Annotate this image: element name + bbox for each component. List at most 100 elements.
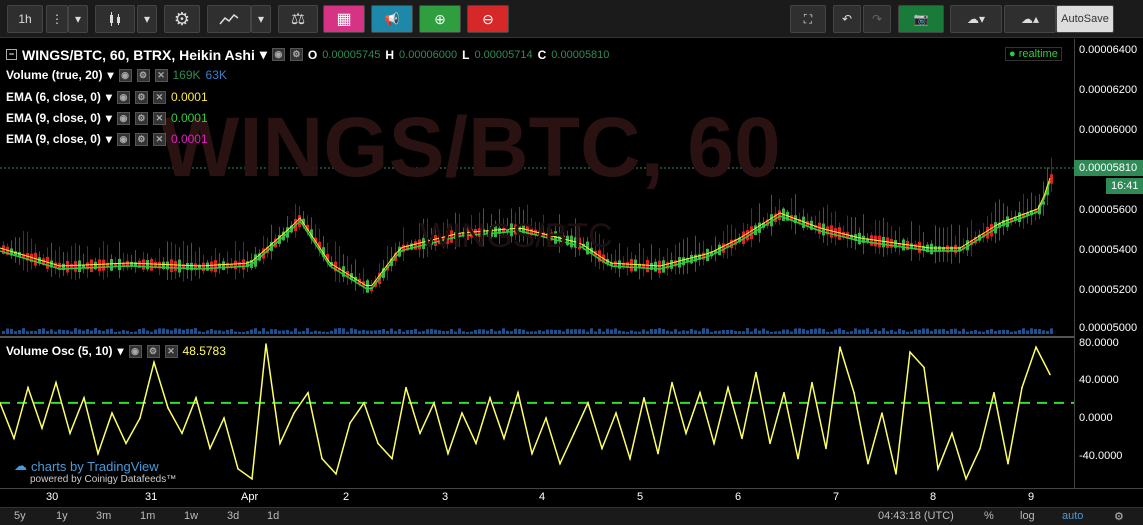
osc-point bbox=[909, 351, 911, 353]
chart-type-dropdown[interactable]: ▾ bbox=[137, 5, 157, 33]
settings-button[interactable]: ⚙ bbox=[164, 5, 200, 33]
close-icon[interactable]: ✕ bbox=[154, 68, 168, 82]
candle-body bbox=[902, 239, 905, 251]
close-icon[interactable]: ✕ bbox=[164, 344, 178, 358]
indicator-volume[interactable]: Volume (true, 20) ▾ ◉ ⚙ ✕ 169K 63K bbox=[6, 68, 227, 82]
volume-bar bbox=[26, 331, 29, 334]
time-axis[interactable] bbox=[0, 488, 1143, 507]
symbol-title[interactable]: WINGS/BTC, 60, BTRX, Heikin Ashi bbox=[22, 47, 255, 63]
tradingview-logo[interactable]: ☁ charts by TradingView bbox=[14, 458, 159, 474]
osc-chart-canvas[interactable] bbox=[0, 338, 1074, 488]
gear-icon[interactable]: ⚙ bbox=[1114, 510, 1124, 523]
indicator-label[interactable]: EMA (6, close, 0) bbox=[6, 90, 101, 104]
close-icon[interactable]: ✕ bbox=[152, 90, 166, 104]
gear-icon[interactable]: ⚙ bbox=[289, 48, 303, 61]
undo-icon: ↶ bbox=[841, 12, 853, 26]
indicators-button[interactable] bbox=[207, 5, 251, 33]
plugin-button[interactable]: ▦ bbox=[323, 5, 365, 33]
volume-bar bbox=[442, 331, 445, 334]
utc-clock[interactable]: 04:43:18 (UTC) bbox=[878, 510, 954, 522]
range-3m[interactable]: 3m bbox=[96, 510, 111, 522]
gear-icon[interactable]: ⚙ bbox=[136, 68, 150, 82]
osc-legend[interactable]: Volume Osc (5, 10) ▾ ◉ ⚙ ✕ 48.5783 bbox=[6, 344, 226, 358]
range-1d[interactable]: 1d bbox=[267, 510, 279, 522]
volume-bar bbox=[894, 331, 897, 334]
range-1y[interactable]: 1y bbox=[56, 510, 68, 522]
eye-icon[interactable]: ◉ bbox=[116, 132, 130, 146]
volume-bar bbox=[522, 329, 525, 334]
indicator-ema6[interactable]: EMA (6, close, 0) ▾ ◉ ⚙ ✕ 0.0001 bbox=[6, 90, 208, 104]
snapshot-button[interactable]: 📷 bbox=[898, 5, 944, 33]
collapse-icon[interactable]: − bbox=[6, 49, 17, 60]
volume-bar bbox=[174, 328, 177, 334]
gear-icon[interactable]: ⚙ bbox=[134, 111, 148, 125]
osc-point bbox=[265, 343, 267, 345]
gear-icon[interactable]: ⚙ bbox=[146, 344, 160, 358]
eye-icon[interactable]: ◉ bbox=[118, 68, 132, 82]
osc-point bbox=[181, 432, 183, 435]
save-chart-button[interactable]: ☁▴ bbox=[1004, 5, 1056, 33]
sell-button[interactable]: ⊖ bbox=[467, 5, 509, 33]
chevron-down-icon[interactable]: ▾ bbox=[107, 68, 113, 82]
chevron-down-icon[interactable]: ▾ bbox=[117, 344, 123, 358]
indicators-dropdown[interactable]: ▾ bbox=[251, 5, 271, 33]
percent-toggle[interactable]: % bbox=[984, 510, 994, 522]
interval-button[interactable]: 1h bbox=[7, 5, 43, 33]
volume-bar bbox=[446, 331, 449, 334]
close-icon[interactable]: ✕ bbox=[152, 111, 166, 125]
indicator-label[interactable]: Volume (true, 20) bbox=[6, 68, 102, 82]
volume-bar bbox=[994, 331, 997, 334]
range-1m[interactable]: 1m bbox=[140, 510, 155, 522]
osc-pane[interactable] bbox=[0, 338, 1074, 488]
more-vert-button[interactable]: ⋮ bbox=[46, 5, 68, 33]
gear-icon[interactable]: ⚙ bbox=[134, 132, 148, 146]
indicator-ema9-pink[interactable]: EMA (9, close, 0) ▾ ◉ ⚙ ✕ 0.0001 bbox=[6, 132, 208, 146]
ohlc-c: 0.00005810 bbox=[551, 48, 610, 61]
eye-icon[interactable]: ◉ bbox=[116, 90, 130, 104]
autosave-button[interactable]: AutoSave bbox=[1056, 5, 1114, 33]
fullscreen-icon: ⛶ bbox=[803, 11, 813, 26]
chevron-down-icon[interactable]: ▾ bbox=[106, 132, 112, 146]
volume-bar bbox=[62, 330, 65, 334]
main-chart-pane[interactable]: WINGS/BTC, 60 WINGS/BTC bbox=[0, 39, 1074, 336]
range-1w[interactable]: 1w bbox=[184, 510, 198, 522]
volume-bar bbox=[642, 329, 645, 334]
volume-bar bbox=[862, 329, 865, 334]
alert-button[interactable]: 📢 bbox=[371, 5, 413, 33]
indicator-ema9-green[interactable]: EMA (9, close, 0) ▾ ◉ ⚙ ✕ 0.0001 bbox=[6, 111, 208, 125]
redo-button[interactable]: ↷ bbox=[863, 5, 891, 33]
chevron-down-icon[interactable]: ▾ bbox=[106, 111, 112, 125]
chart-type-button[interactable] bbox=[95, 5, 135, 33]
candle-body bbox=[1018, 212, 1021, 223]
chevron-down-icon[interactable]: ▾ bbox=[260, 46, 267, 63]
load-chart-button[interactable]: ☁▾ bbox=[950, 5, 1002, 33]
fullscreen-button[interactable]: ⛶ bbox=[790, 5, 826, 33]
indicator-label[interactable]: EMA (9, close, 0) bbox=[6, 111, 101, 125]
osc-tick: -40.0000 bbox=[1079, 450, 1123, 462]
chevron-down-icon[interactable]: ▾ bbox=[106, 90, 112, 104]
volume-bar bbox=[294, 328, 297, 334]
compare-button[interactable]: ⚖ bbox=[278, 5, 318, 33]
ohlc-c-label: C bbox=[537, 47, 547, 62]
undo-button[interactable]: ↶ bbox=[833, 5, 861, 33]
indicator-label[interactable]: EMA (9, close, 0) bbox=[6, 132, 101, 146]
eye-icon[interactable]: ◉ bbox=[116, 111, 130, 125]
buy-button[interactable]: ⊕ bbox=[419, 5, 461, 33]
auto-toggle[interactable]: auto bbox=[1062, 510, 1083, 522]
range-5y[interactable]: 5y bbox=[14, 510, 26, 522]
osc-point bbox=[1049, 373, 1051, 376]
volume-bar bbox=[1006, 329, 1009, 334]
candle-body bbox=[878, 235, 881, 248]
volume-bar bbox=[258, 331, 261, 334]
volume-bar bbox=[466, 331, 469, 334]
interval-dropdown-button[interactable]: ▾ bbox=[68, 5, 88, 33]
range-3d[interactable]: 3d bbox=[227, 510, 239, 522]
volume-bar bbox=[1030, 328, 1033, 334]
close-icon[interactable]: ✕ bbox=[152, 132, 166, 146]
log-toggle[interactable]: log bbox=[1020, 510, 1035, 522]
osc-point bbox=[503, 437, 505, 440]
gear-icon[interactable]: ⚙ bbox=[134, 90, 148, 104]
eye-icon[interactable]: ◉ bbox=[128, 344, 142, 358]
osc-label[interactable]: Volume Osc (5, 10) bbox=[6, 344, 112, 358]
eye-icon[interactable]: ◉ bbox=[271, 48, 285, 61]
